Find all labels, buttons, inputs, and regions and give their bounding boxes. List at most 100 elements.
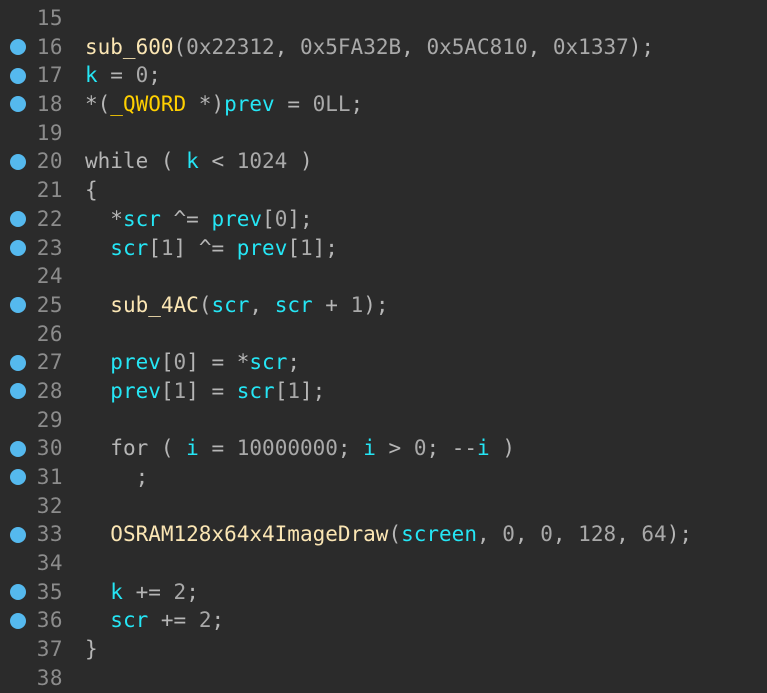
code-line[interactable]: 29 [0,406,767,435]
token-punct: < [198,149,237,174]
token-punct: ; [287,350,300,375]
token-punct: = [198,436,237,461]
token-num: 0 [502,522,515,547]
token-punct: += [148,608,199,633]
code-text[interactable]: ; [85,463,149,492]
code-text[interactable]: } [85,635,98,664]
code-text[interactable]: sub_600(0x22312, 0x5FA32B, 0x5AC810, 0x1… [85,33,654,62]
code-line[interactable]: 36 scr += 2; [0,606,767,635]
token-punct: ( [148,149,187,174]
token-punct: , [401,34,427,59]
code-line[interactable]: 15 [0,4,767,33]
token-var: prev [110,350,161,375]
token-punct: = [274,92,313,117]
token-punct: ( [198,292,212,317]
token-num: 0x1337 [552,34,629,59]
token-var: scr [110,608,149,633]
token-type: _QWORD [110,92,187,117]
token-num: 10000000 [236,436,338,461]
token-punct: ] ^= [173,235,237,260]
code-text[interactable]: for ( i = 10000000; i > 0; --i ) [85,434,515,463]
code-line[interactable]: 19 [0,119,767,148]
code-line[interactable]: 34 [0,549,767,578]
token-punct: ) [287,149,313,174]
code-line[interactable]: 35 k += 2; [0,578,767,607]
code-text[interactable]: *(_QWORD *)prev = 0LL; [85,90,363,119]
token-num: 0 [540,522,553,547]
code-line[interactable]: 17 k = 0; [0,61,767,90]
token-punct: [ [160,378,174,403]
code-line[interactable]: 28 prev[1] = scr[1]; [0,377,767,406]
line-number: 34 [36,551,63,576]
code-editor-pane[interactable]: 15 16 sub_600(0x22312, 0x5FA32B, 0x5AC810,… [0,0,767,690]
line-number: 28 [36,378,63,403]
code-line[interactable]: 20 while ( k < 1024 ) [0,147,767,176]
code-line[interactable]: 31 ; [0,463,767,492]
token-punct: = [97,63,136,88]
code-line[interactable]: 37} [0,635,767,664]
code-line[interactable]: 38 [0,664,767,693]
code-line[interactable]: 33 OSRAM128x64x4ImageDraw(screen, 0, 0, … [0,520,767,549]
line-number: 24 [36,264,63,289]
token-num: 1 [350,292,364,317]
token-punct: [ [262,206,275,231]
token-var: prev [224,92,275,117]
token-punct: ]; [312,235,338,260]
line-number: 21 [36,178,63,203]
code-text[interactable]: scr += 2; [85,606,224,635]
code-text[interactable]: prev[1] = scr[1]; [85,377,325,406]
code-line[interactable]: 16 sub_600(0x22312, 0x5FA32B, 0x5AC810, 0… [0,33,767,62]
line-number: 23 [36,235,63,260]
line-number: 15 [36,6,63,30]
token-punct: ]; [287,206,313,231]
code-line[interactable]: 32 [0,492,767,521]
code-text[interactable]: { [85,176,98,205]
line-number: 16 [36,34,63,59]
token-kw: for [110,436,149,461]
code-text[interactable]: scr[1] ^= prev[1]; [85,234,338,263]
token-var: prev [236,235,288,260]
token-punct: [ [148,235,161,260]
token-var: k [85,63,98,88]
code-text[interactable]: OSRAM128x64x4ImageDraw(screen, 0, 0, 128… [85,520,692,549]
code-line[interactable]: 26 [0,320,767,349]
token-punct [85,379,110,403]
code-line[interactable]: 22 *scr ^= prev[0]; [0,205,767,234]
token-punct: ); [363,292,389,317]
code-line[interactable]: 18 *(_QWORD *)prev = 0LL; [0,90,767,119]
code-text[interactable]: while ( k < 1024 ) [85,147,313,176]
code-line[interactable]: 23 scr[1] ^= prev[1]; [0,234,767,263]
token-punct: , [249,292,275,317]
line-number: 19 [36,120,63,145]
code-text[interactable]: k += 2; [85,578,199,607]
code-text[interactable]: k = 0; [85,61,161,90]
code-line[interactable]: 21 { [0,176,767,205]
token-var: scr [122,206,161,231]
token-var: prev [110,378,161,403]
token-func: OSRAM128x64x4ImageDraw [110,522,389,547]
token-var: scr [211,292,250,317]
code-line[interactable]: 27 prev[0] = *scr; [0,348,767,377]
line-number: 29 [36,407,63,432]
line-number: 38 [36,665,63,690]
code-line[interactable]: 24 [0,262,767,291]
line-number: 27 [36,350,63,375]
code-text[interactable]: prev[0] = *scr; [85,348,300,377]
code-text[interactable]: sub_4AC(scr, scr + 1); [85,291,389,320]
token-punct [85,580,110,604]
code-text[interactable]: *scr ^= prev[0]; [85,205,313,234]
line-number: 37 [36,637,63,662]
token-punct: [ [160,350,174,375]
token-punct: ; [85,465,149,489]
token-num: 1 [300,235,313,260]
token-punct: ( [173,34,187,59]
token-var: i [363,436,376,461]
token-num: 1 [173,378,187,403]
token-punct: ^= [160,206,212,231]
token-var: i [477,436,490,461]
code-line[interactable]: 25 sub_4AC(scr, scr + 1); [0,291,767,320]
token-num: 1 [160,235,174,260]
code-line[interactable]: 30 for ( i = 10000000; i > 0; --i ) [0,434,767,463]
token-punct [85,522,110,546]
token-punct [85,608,110,632]
